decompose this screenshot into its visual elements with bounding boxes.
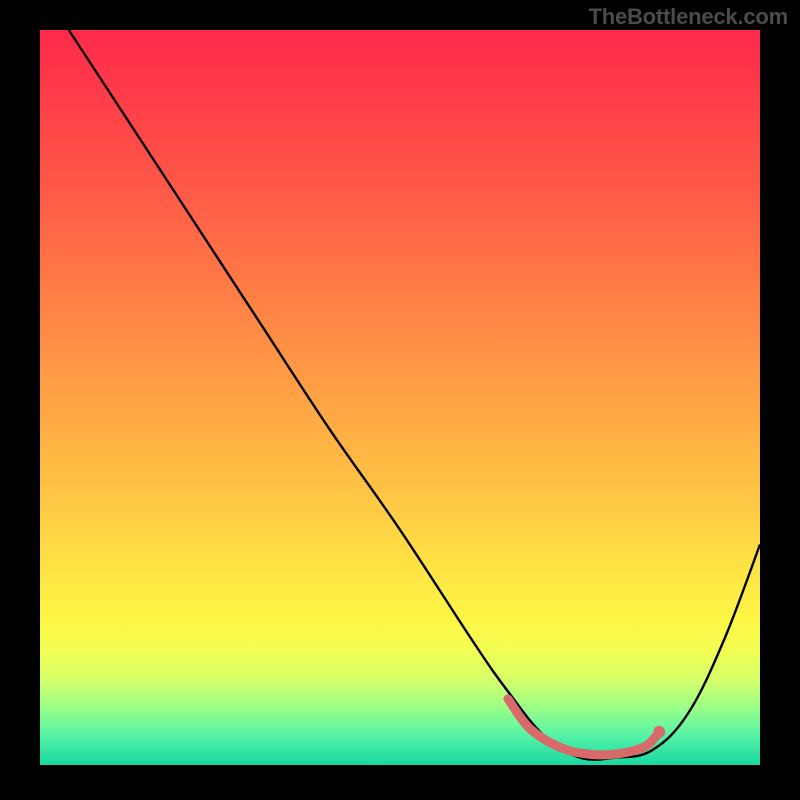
optimum-segment	[508, 699, 659, 755]
bottleneck-curve-svg	[40, 30, 760, 765]
optimum-point	[653, 726, 665, 738]
watermark-text: TheBottleneck.com	[588, 4, 788, 30]
plot-area	[40, 30, 760, 765]
bottleneck-curve	[69, 30, 760, 760]
chart-container: TheBottleneck.com	[0, 0, 800, 800]
